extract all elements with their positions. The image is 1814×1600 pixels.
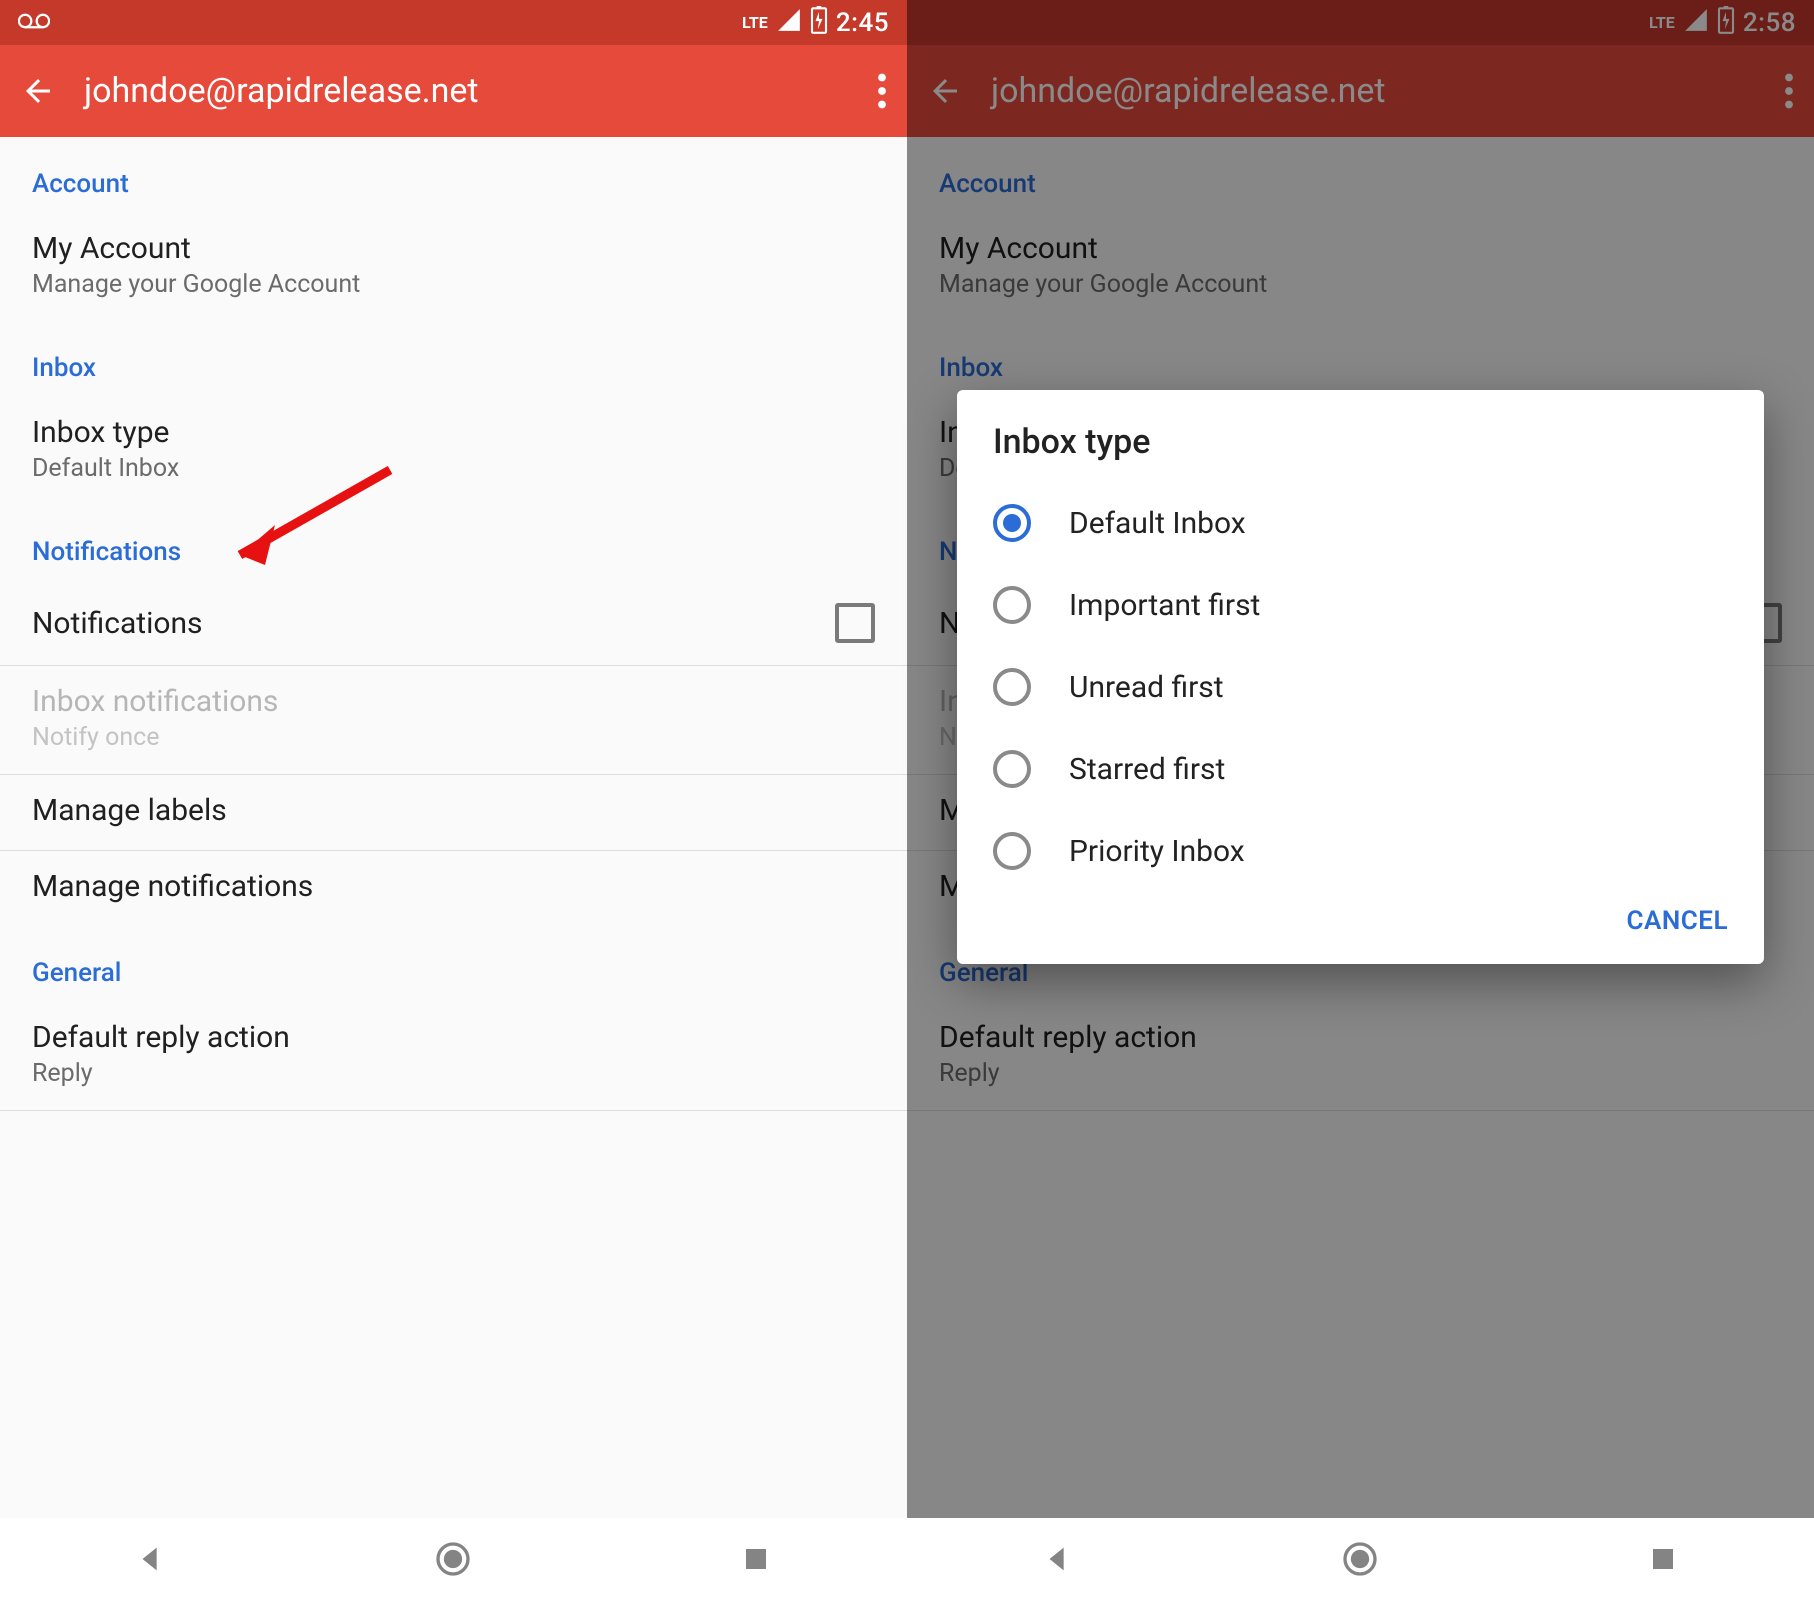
notifications-checkbox[interactable] (835, 603, 875, 643)
voicemail-icon (18, 9, 50, 37)
item-title: Inbox type (32, 415, 875, 450)
statusbar: LTE 2:45 (0, 0, 907, 45)
option-label: Priority Inbox (1069, 834, 1245, 869)
radio-button[interactable] (993, 504, 1031, 542)
option-label: Unread first (1069, 670, 1224, 705)
item-subtitle: Notify once (32, 723, 875, 752)
phone-screen-right: LTE 2:58 johndoe@rapidrelease.net Acco (907, 0, 1814, 1600)
dialog-option-starred-first[interactable]: Starred first (957, 728, 1764, 810)
settings-content: Account My Account Manage your Google Ac… (0, 137, 907, 1111)
phone-screen-left: LTE 2:45 johndoe@rapidrelease.net Acco (0, 0, 907, 1600)
lte-label: LTE (742, 13, 768, 32)
dialog-option-priority-inbox[interactable]: Priority Inbox (957, 810, 1764, 892)
item-subtitle: Manage your Google Account (32, 270, 875, 299)
item-notifications[interactable]: Notifications (0, 581, 907, 665)
android-navbar (0, 1518, 907, 1600)
radio-button[interactable] (993, 586, 1031, 624)
appbar: johndoe@rapidrelease.net (0, 45, 907, 137)
item-title: Notifications (32, 606, 835, 641)
battery-icon (810, 6, 828, 40)
nav-back-button[interactable] (1033, 1534, 1083, 1584)
item-title: Manage notifications (32, 869, 875, 904)
section-account-header: Account (0, 137, 907, 213)
inbox-type-dialog: Inbox type Default Inbox Important first… (957, 390, 1764, 964)
item-my-account[interactable]: My Account Manage your Google Account (0, 213, 907, 321)
annotation-arrow-icon (220, 460, 400, 584)
dialog-option-important-first[interactable]: Important first (957, 564, 1764, 646)
divider (0, 1110, 907, 1111)
item-title: Inbox notifications (32, 684, 875, 719)
android-navbar (907, 1518, 1814, 1600)
nav-back-button[interactable] (126, 1534, 176, 1584)
nav-recents-button[interactable] (731, 1534, 781, 1584)
dialog-option-default-inbox[interactable]: Default Inbox (957, 482, 1764, 564)
item-title: Default reply action (32, 1020, 875, 1055)
item-title: My Account (32, 231, 875, 266)
radio-button[interactable] (993, 668, 1031, 706)
clock-time: 2:45 (836, 8, 889, 38)
item-title: Manage labels (32, 793, 875, 828)
option-label: Default Inbox (1069, 506, 1246, 541)
section-general-header: General (0, 926, 907, 1002)
radio-button[interactable] (993, 750, 1031, 788)
item-subtitle: Reply (32, 1059, 875, 1088)
dialog-title: Inbox type (957, 422, 1764, 482)
dialog-cancel-button[interactable]: CANCEL (1627, 906, 1728, 936)
nav-recents-button[interactable] (1638, 1534, 1688, 1584)
item-default-reply-action[interactable]: Default reply action Reply (0, 1002, 907, 1110)
item-subtitle: Default Inbox (32, 454, 875, 483)
item-inbox-notifications: Inbox notifications Notify once (0, 666, 907, 774)
section-inbox-header: Inbox (0, 321, 907, 397)
section-notifications-header: Notifications (0, 505, 907, 581)
dialog-option-unread-first[interactable]: Unread first (957, 646, 1764, 728)
option-label: Important first (1069, 588, 1260, 623)
back-button[interactable] (20, 73, 56, 109)
overflow-menu-button[interactable] (877, 73, 887, 109)
item-inbox-type[interactable]: Inbox type Default Inbox (0, 397, 907, 505)
appbar-title: johndoe@rapidrelease.net (84, 71, 849, 111)
item-manage-notifications[interactable]: Manage notifications (0, 851, 907, 926)
item-manage-labels[interactable]: Manage labels (0, 775, 907, 850)
radio-button[interactable] (993, 832, 1031, 870)
signal-icon (776, 7, 802, 39)
nav-home-button[interactable] (1335, 1534, 1385, 1584)
nav-home-button[interactable] (428, 1534, 478, 1584)
option-label: Starred first (1069, 752, 1225, 787)
